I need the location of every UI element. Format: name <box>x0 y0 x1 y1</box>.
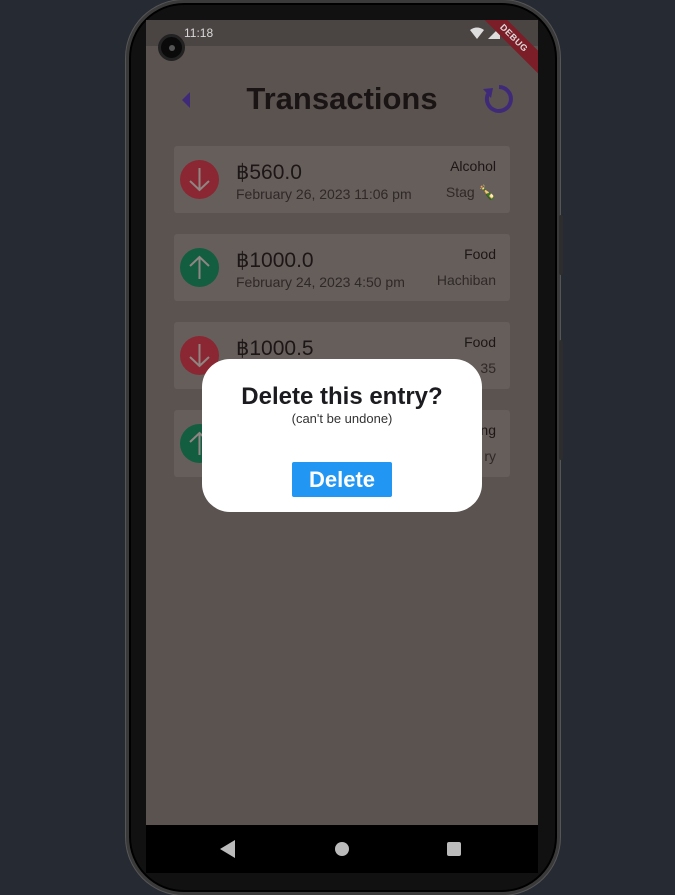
transaction-card[interactable]: ฿560.0 February 26, 2023 11:06 pm Alcoho… <box>174 146 510 213</box>
transaction-note: Stag 🍾 <box>445 184 496 200</box>
delete-dialog: Delete this entry? (can't be undone) Del… <box>202 359 482 512</box>
wifi-icon <box>470 27 484 39</box>
status-time: 11:18 <box>184 26 214 40</box>
transaction-note: ry <box>484 448 496 464</box>
caret-left-icon <box>182 92 190 108</box>
transaction-note: 35 <box>480 360 496 376</box>
refresh-icon <box>483 85 513 113</box>
transaction-amount: ฿1000.5 <box>236 337 314 360</box>
power-button <box>559 340 563 460</box>
arrow-up-icon <box>180 248 219 287</box>
transaction-category: Food <box>464 334 496 350</box>
back-button[interactable] <box>176 88 200 112</box>
status-bar: 11:18 <box>146 20 538 46</box>
transaction-amount: ฿560.0 <box>236 161 302 184</box>
transaction-date: February 26, 2023 11:06 pm <box>236 186 412 202</box>
system-nav-bar <box>146 825 538 873</box>
nav-recents-icon[interactable] <box>447 842 461 856</box>
refresh-button[interactable] <box>482 82 516 116</box>
delete-button[interactable]: Delete <box>292 462 392 497</box>
transaction-category: Alcohol <box>450 158 496 174</box>
nav-home-icon[interactable] <box>335 842 349 856</box>
front-camera <box>158 34 185 61</box>
transaction-date: February 24, 2023 4:50 pm <box>236 274 405 290</box>
app-bar: Transactions <box>146 76 538 124</box>
transaction-card[interactable]: ฿1000.0 February 24, 2023 4:50 pm Food H… <box>174 234 510 301</box>
nav-back-icon[interactable] <box>220 840 236 858</box>
dialog-title: Delete this entry? <box>241 383 443 410</box>
page-title: Transactions <box>246 81 438 116</box>
dialog-subtitle: (can't be undone) <box>291 411 393 426</box>
volume-button <box>559 215 563 275</box>
transaction-amount: ฿1000.0 <box>236 249 314 272</box>
transaction-category: ng <box>480 422 496 438</box>
transaction-note: Hachiban <box>436 272 496 288</box>
arrow-down-icon <box>180 160 219 199</box>
transaction-category: Food <box>464 246 496 262</box>
